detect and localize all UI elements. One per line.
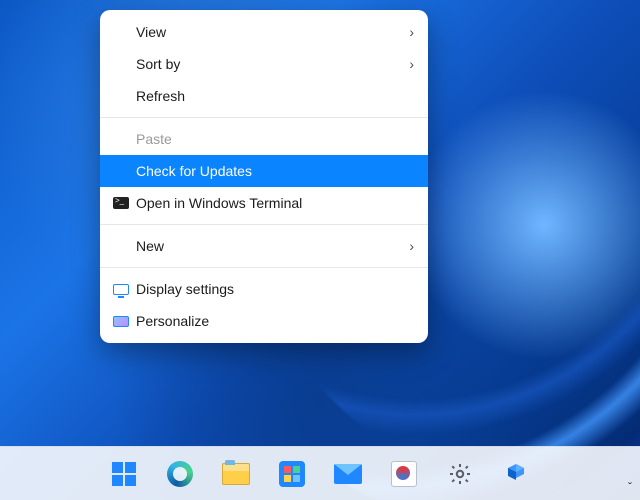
menu-item-new[interactable]: New › (100, 230, 428, 262)
desktop-context-menu: View › Sort by › Refresh Paste Check for… (100, 10, 428, 343)
chevron-right-icon: › (409, 57, 414, 71)
taskbar-app-paint[interactable] (387, 457, 421, 491)
windows-logo-icon (112, 462, 136, 486)
taskbar-app-generic[interactable] (499, 457, 533, 491)
menu-label: Personalize (132, 313, 414, 329)
menu-separator (100, 267, 428, 268)
taskbar-app-file-explorer[interactable] (219, 457, 253, 491)
edge-icon (167, 461, 193, 487)
mail-icon (334, 464, 362, 484)
store-icon (279, 461, 305, 487)
menu-label: Paste (132, 131, 414, 147)
menu-item-check-for-updates[interactable]: Check for Updates (100, 155, 428, 187)
menu-label: Display settings (132, 281, 414, 297)
gear-icon (447, 461, 473, 487)
display-icon (110, 284, 132, 295)
menu-label: Open in Windows Terminal (132, 195, 414, 211)
menu-item-sort-by[interactable]: Sort by › (100, 48, 428, 80)
menu-separator (100, 224, 428, 225)
taskbar-app-edge[interactable] (163, 457, 197, 491)
menu-label: Check for Updates (132, 163, 414, 179)
taskbar-tray-overflow[interactable]: ˇ (628, 480, 632, 494)
taskbar-app-microsoft-store[interactable] (275, 457, 309, 491)
menu-label: View (132, 24, 409, 40)
personalize-icon (110, 316, 132, 327)
chevron-right-icon: › (409, 239, 414, 253)
taskbar-start-button[interactable] (107, 457, 141, 491)
cube-icon (503, 461, 529, 487)
menu-item-open-in-terminal[interactable]: Open in Windows Terminal (100, 187, 428, 219)
menu-item-personalize[interactable]: Personalize (100, 305, 428, 337)
taskbar: ˇ (0, 446, 640, 500)
desktop[interactable]: View › Sort by › Refresh Paste Check for… (0, 0, 640, 500)
terminal-icon (110, 197, 132, 209)
menu-separator (100, 117, 428, 118)
taskbar-app-mail[interactable] (331, 457, 365, 491)
menu-item-refresh[interactable]: Refresh (100, 80, 428, 112)
menu-item-paste: Paste (100, 123, 428, 155)
menu-label: Refresh (132, 88, 414, 104)
menu-item-view[interactable]: View › (100, 16, 428, 48)
taskbar-app-settings[interactable] (443, 457, 477, 491)
chevron-right-icon: › (409, 25, 414, 39)
paint-icon (391, 461, 417, 487)
menu-label: Sort by (132, 56, 409, 72)
menu-label: New (132, 238, 409, 254)
menu-item-display-settings[interactable]: Display settings (100, 273, 428, 305)
folder-icon (222, 463, 250, 485)
